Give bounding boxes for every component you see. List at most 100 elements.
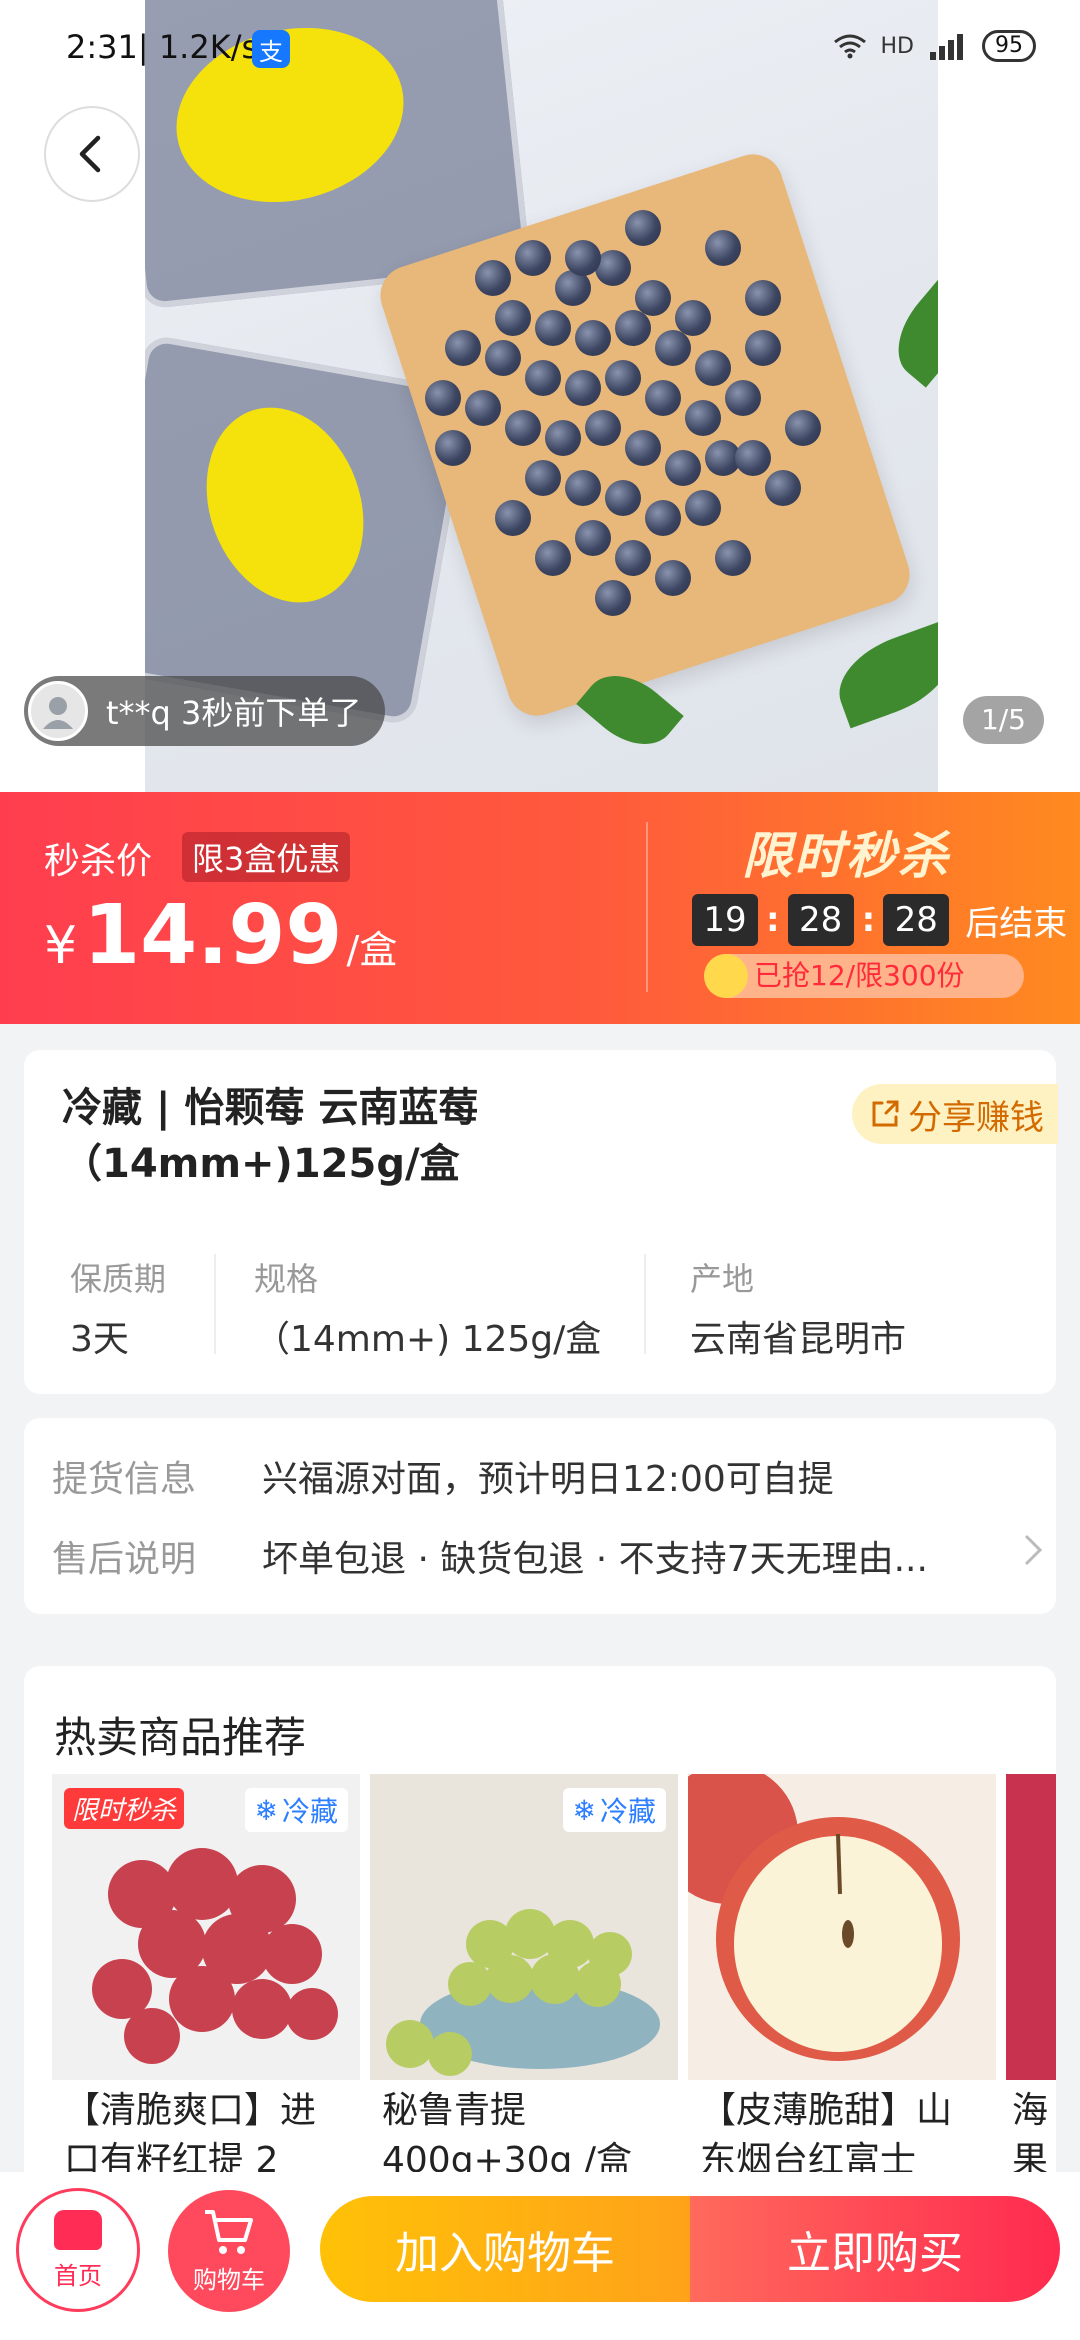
snowflake-icon: ❄ <box>254 1793 278 1827</box>
blueberry <box>785 410 821 446</box>
countdown-minutes: 28 <box>787 894 854 946</box>
blueberry <box>685 400 721 436</box>
home-icon <box>54 2209 102 2250</box>
spec-key: 规格 <box>254 1260 319 1298</box>
chevron-right-icon <box>1024 1534 1043 1566</box>
product-thumbnail <box>688 1774 996 2080</box>
blueberry <box>625 430 661 466</box>
blueberry <box>475 260 511 296</box>
blueberry <box>605 480 641 516</box>
flash-sale-tag: 限时秒杀 <box>64 1788 185 1829</box>
blueberry <box>625 210 661 246</box>
back-button[interactable] <box>44 106 140 202</box>
product-name: 【皮薄脆甜】山东烟台红富士 <box>700 2090 953 2181</box>
blueberry <box>655 560 691 596</box>
product-thumbnail: 限时秒杀 ❄ 冷藏 <box>52 1774 360 2080</box>
cold-label: 冷藏 <box>281 1795 338 1828</box>
blueberry <box>535 540 571 576</box>
blueberry <box>505 410 541 446</box>
blueberry <box>765 470 801 506</box>
share-icon <box>872 1100 899 1127</box>
product-name: 【清脆爽口】进口有籽红提 2 <box>64 2090 317 2181</box>
blueberry <box>495 500 531 536</box>
blueberry <box>605 360 641 396</box>
product-info-card: 冷藏 | 怡颗莓 云南蓝莓（14mm+)125g/盒 分享赚钱 保质期 3天 规… <box>24 1050 1058 1394</box>
recommendations-title: 热卖商品推荐 <box>54 1713 307 1762</box>
spec-value: （14mm+) 125g/盒 <box>254 1319 602 1360</box>
cold-chain-tag: ❄ 冷藏 <box>562 1788 666 1832</box>
product-thumbnail: ❄ 冷藏 <box>370 1774 678 2080</box>
network-type: HD <box>880 33 914 59</box>
cart-icon <box>205 2209 253 2254</box>
blueberry <box>495 300 531 336</box>
bottom-action-bar: 首页 购物车 加入购物车 立即购买 <box>0 2172 1080 2340</box>
product-card[interactable]: 【皮薄脆甜】山东烟台红富士 <box>688 1774 996 2186</box>
product-image-carousel[interactable]: 2:31| 1.2K/s 支 HD 95 t**q 3秒前下单了 1/5 <box>0 0 1080 792</box>
share-earn-button[interactable]: 分享赚钱 <box>852 1084 1058 1144</box>
status-icons: HD 95 <box>833 30 1036 62</box>
spec-list: 保质期 3天 规格 （14mm+) 125g/盒 产地 云南省昆明市 <box>24 1254 1056 1360</box>
pickup-info-row: 提货信息 兴福源对面，预计明日12:00可自提 <box>52 1450 834 1502</box>
price-unit: /盒 <box>346 928 398 972</box>
countdown-hours: 19 <box>692 894 758 946</box>
avatar <box>28 681 88 741</box>
signal-icon <box>930 34 963 60</box>
cart-nav-button[interactable]: 购物车 <box>168 2190 290 2312</box>
product-card[interactable]: ❄ 冷藏 秘鲁青提400g+30g /盒 <box>370 1774 678 2186</box>
blueberry <box>725 380 761 416</box>
home-nav-button[interactable]: 首页 <box>16 2188 140 2312</box>
wifi-icon <box>833 34 866 59</box>
blueberry <box>705 230 741 266</box>
blueberry <box>565 370 601 406</box>
blueberry <box>525 360 561 396</box>
blueberry <box>575 320 611 356</box>
countdown-separator: : <box>766 900 780 940</box>
progress-text: 已抢12/限300份 <box>754 959 965 992</box>
buy-now-button[interactable]: 立即购买 <box>690 2196 1060 2302</box>
product-page: 2:31| 1.2K/s 支 HD 95 t**q 3秒前下单了 1/5 秒杀价… <box>0 0 1080 2340</box>
blueberry <box>575 520 611 556</box>
status-time: 2:31| 1.2K/s <box>66 28 259 66</box>
spec-value: 云南省昆明市 <box>690 1319 907 1360</box>
product-thumbnail <box>1006 1774 1056 2080</box>
blueberry <box>545 420 581 456</box>
battery-indicator: 95 <box>982 30 1036 62</box>
alipay-icon: 支 <box>252 30 290 68</box>
blueberry <box>665 450 701 486</box>
countdown-separator: : <box>861 900 876 940</box>
leaf <box>826 621 938 729</box>
recommendations-card: 热卖商品推荐 限时秒杀 ❄ 冷藏 【清脆爽口】进口有籽红提 2 ❄ 冷藏 秘鲁青… <box>24 1666 1056 2186</box>
spec-size: 规格 （14mm+) 125g/盒 <box>214 1254 644 1360</box>
divider <box>646 822 648 992</box>
blueberry <box>685 490 721 526</box>
spec-origin: 产地 云南省昆明市 <box>644 1254 906 1360</box>
apple-image <box>688 1774 960 2061</box>
pickup-key: 提货信息 <box>52 1459 197 1500</box>
blueberry <box>645 380 681 416</box>
blueberry <box>425 380 461 416</box>
status-bar: 2:31| 1.2K/s 支 HD 95 <box>0 0 1080 96</box>
product-card[interactable]: 限时秒杀 ❄ 冷藏 【清脆爽口】进口有籽红提 2 <box>52 1774 360 2186</box>
spec-key: 保质期 <box>70 1260 167 1298</box>
product-title: 冷藏 | 怡颗莓 云南蓝莓（14mm+)125g/盒 <box>62 1085 479 1187</box>
chevron-left-icon <box>79 135 101 173</box>
countdown-seconds: 28 <box>883 894 950 946</box>
delivery-card: 提货信息 兴福源对面，预计明日12:00可自提 售后说明 坏单包退 · 缺货包退… <box>24 1418 1056 1614</box>
blueberry <box>565 470 601 506</box>
product-card[interactable]: 海果 <box>1006 1774 1056 2186</box>
progress-fill <box>704 954 748 998</box>
product-photo <box>145 0 938 792</box>
user-avatar-icon <box>43 697 73 729</box>
blueberry <box>515 240 551 276</box>
blueberry <box>525 460 561 496</box>
blueberry <box>465 390 501 426</box>
blueberry <box>645 500 681 536</box>
snowflake-icon: ❄ <box>572 1793 596 1827</box>
blueberry <box>435 430 471 466</box>
sold-progress-bar: 已抢12/限300份 <box>704 954 1024 998</box>
add-to-cart-button[interactable]: 加入购物车 <box>320 2196 690 2302</box>
countdown-suffix: 后结束 <box>965 903 1068 944</box>
flash-sale-title: 限时秒杀 <box>742 827 950 885</box>
aftersale-row[interactable]: 售后说明 坏单包退 · 缺货包退 · 不支持7天无理由... <box>52 1530 1043 1582</box>
blueberry <box>615 540 651 576</box>
